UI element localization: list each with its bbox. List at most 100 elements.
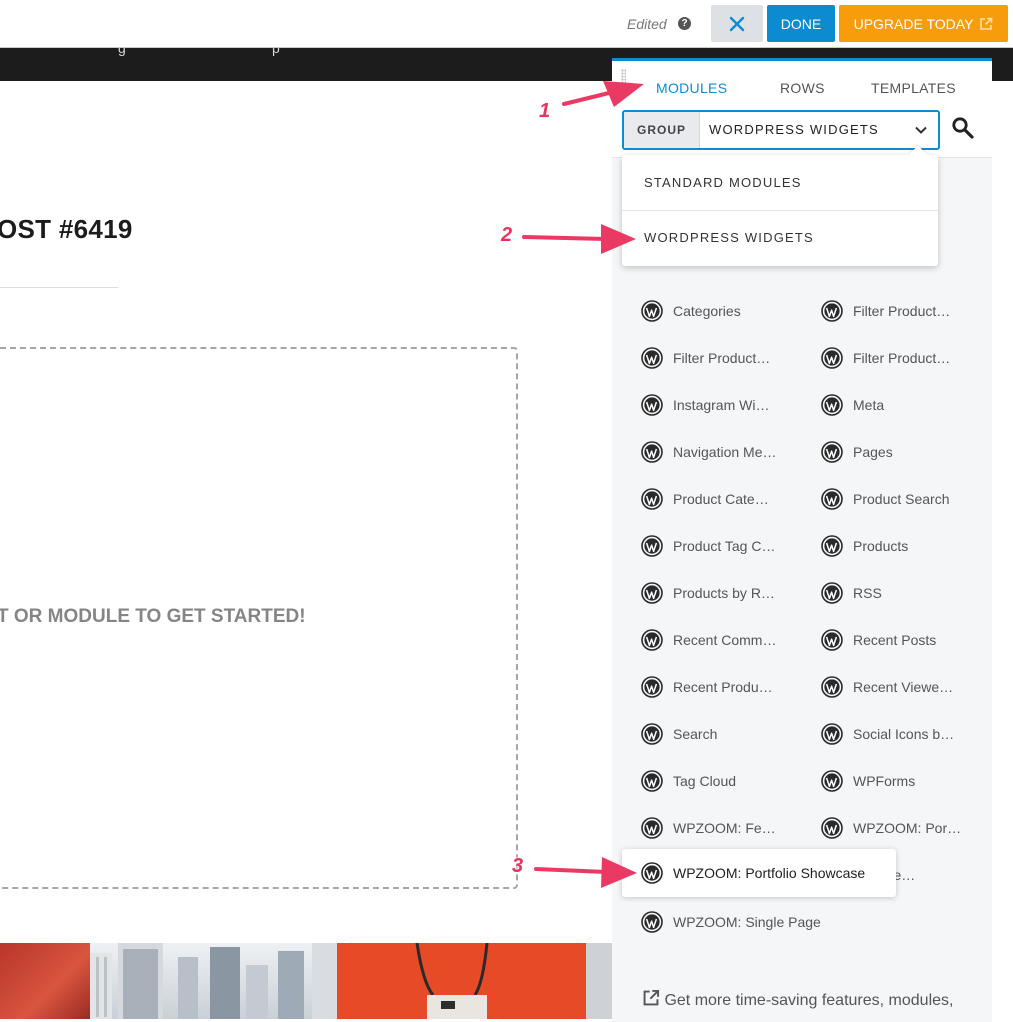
wordpress-icon — [641, 629, 663, 651]
annotation-number-1: 1 — [539, 100, 551, 122]
module-item[interactable]: Product Cate… — [641, 488, 769, 510]
dropdown-option-standard-modules[interactable]: STANDARD MODULES — [622, 156, 938, 210]
module-label: Product Tag C… — [673, 538, 776, 554]
module-item[interactable]: Filter Product… — [821, 347, 950, 369]
module-label: Categories — [673, 303, 741, 319]
tab-modules[interactable]: MODULES — [656, 80, 727, 96]
module-item[interactable]: Social Icons b… — [821, 723, 954, 745]
photo-camera — [337, 943, 586, 1019]
module-label: Filter Product… — [853, 350, 951, 366]
done-button[interactable]: DONE — [767, 5, 835, 42]
external-link-icon — [980, 17, 993, 30]
drag-handle-icon[interactable] — [621, 69, 626, 87]
wordpress-icon — [821, 300, 843, 322]
module-label: Meta — [853, 397, 885, 413]
annotation-number-2: 2 — [501, 224, 513, 246]
module-item[interactable]: Recent Comm… — [641, 629, 776, 651]
upgrade-promo[interactable]: Get more time-saving features, modules, — [642, 989, 953, 1010]
wordpress-icon — [641, 817, 663, 839]
done-label: DONE — [780, 15, 822, 32]
wordpress-icon — [641, 911, 663, 933]
module-item[interactable]: Product Search — [821, 488, 950, 510]
external-link-icon — [643, 989, 660, 1006]
wordpress-icon — [821, 441, 843, 463]
edited-status: Edited — [627, 16, 667, 32]
upgrade-label: UPGRADE TODAY — [853, 15, 974, 32]
wordpress-icon — [641, 862, 663, 884]
wordpress-icon — [821, 347, 843, 369]
camera-illustration — [415, 943, 489, 1019]
title-divider — [0, 287, 118, 288]
buildings-illustration — [90, 943, 337, 1019]
module-label: Products by R… — [673, 585, 775, 601]
group-selected-value: WORDPRESS WIDGETS — [709, 122, 879, 137]
wordpress-icon — [641, 441, 663, 463]
wordpress-icon — [641, 723, 663, 745]
module-item[interactable]: Recent Viewe… — [821, 676, 953, 698]
close-builder-button[interactable] — [711, 5, 763, 42]
module-item[interactable]: RSS — [821, 582, 882, 604]
module-label: WPForms — [853, 773, 916, 789]
module-label: WPZOOM: Single Page — [673, 914, 821, 930]
wordpress-icon — [641, 488, 663, 510]
module-label: Social Icons b… — [853, 726, 955, 742]
module-label: WPZOOM: Por… — [853, 820, 962, 836]
upgrade-today-button[interactable]: UPGRADE TODAY — [839, 5, 1008, 42]
module-label: WPZOOM: Portfolio Showcase — [673, 865, 866, 881]
module-label: Products — [853, 538, 909, 554]
wordpress-icon — [641, 676, 663, 698]
tab-templates[interactable]: TEMPLATES — [871, 80, 956, 96]
drop-zone-text: T OR MODULE TO GET STARTED! — [0, 606, 306, 627]
module-label: Navigation Me… — [673, 444, 777, 460]
photo-red-bag — [0, 943, 90, 1019]
wordpress-icon — [641, 394, 663, 416]
wordpress-icon — [821, 394, 843, 416]
module-item[interactable]: Tag Cloud — [641, 770, 736, 792]
wordpress-icon — [821, 817, 843, 839]
module-label: Filter Product… — [673, 350, 771, 366]
search-icon[interactable] — [951, 116, 975, 140]
wordpress-icon — [641, 582, 663, 604]
module-label: Tag Cloud — [673, 773, 737, 789]
module-label: Recent Comm… — [673, 632, 777, 648]
photo-partial — [586, 943, 612, 1019]
module-item[interactable]: Recent Produ… — [641, 676, 773, 698]
module-item[interactable]: WPForms — [821, 770, 915, 792]
module-item[interactable]: WPZOOM: Fe… — [641, 817, 776, 839]
module-item[interactable]: Recent Posts — [821, 629, 936, 651]
chevron-down-icon — [915, 126, 927, 134]
help-icon[interactable]: ? — [678, 17, 691, 30]
module-item[interactable]: Search — [641, 723, 717, 745]
module-label: Search — [673, 726, 718, 742]
module-item[interactable]: WPZOOM: Por… — [821, 817, 961, 839]
module-item[interactable]: Products by R… — [641, 582, 775, 604]
module-item[interactable]: Filter Product… — [821, 300, 950, 322]
module-label: WPZOOM: Fe… — [673, 820, 776, 836]
dropdown-option-wordpress-widgets[interactable]: WORDPRESS WIDGETS — [622, 211, 938, 265]
group-label: GROUP — [624, 112, 700, 148]
tab-rows[interactable]: ROWS — [780, 80, 825, 96]
wordpress-icon — [821, 629, 843, 651]
wordpress-icon — [821, 723, 843, 745]
module-item[interactable]: Categories — [641, 300, 741, 322]
module-item[interactable]: WPZOOM: Single Page — [641, 911, 821, 933]
portfolio-photo-strip — [0, 943, 612, 1019]
module-item[interactable]: Navigation Me… — [641, 441, 777, 463]
module-label: Instagram Wi… — [673, 397, 770, 413]
module-item[interactable]: Instagram Wi… — [641, 394, 769, 416]
module-wpzoom-portfolio-showcase-highlight[interactable]: WPZOOM: Portfolio Showcase — [622, 849, 896, 897]
annotation-number-3: 3 — [512, 855, 524, 877]
wordpress-icon — [821, 676, 843, 698]
module-item[interactable]: Pages — [821, 441, 893, 463]
module-label: Product Cate… — [673, 491, 769, 507]
module-item[interactable]: Product Tag C… — [641, 535, 775, 557]
nav-clipped-text: g — [118, 48, 126, 56]
wordpress-icon — [641, 535, 663, 557]
wordpress-icon — [821, 770, 843, 792]
photo-city-buildings — [90, 943, 337, 1019]
module-item[interactable]: Products — [821, 535, 908, 557]
module-item[interactable]: Meta — [821, 394, 884, 416]
module-item[interactable]: Filter Product… — [641, 347, 770, 369]
group-select[interactable]: GROUP WORDPRESS WIDGETS — [622, 110, 940, 150]
panel-header: MODULES ROWS TEMPLATES GROUP WORDPRESS W… — [612, 61, 992, 158]
